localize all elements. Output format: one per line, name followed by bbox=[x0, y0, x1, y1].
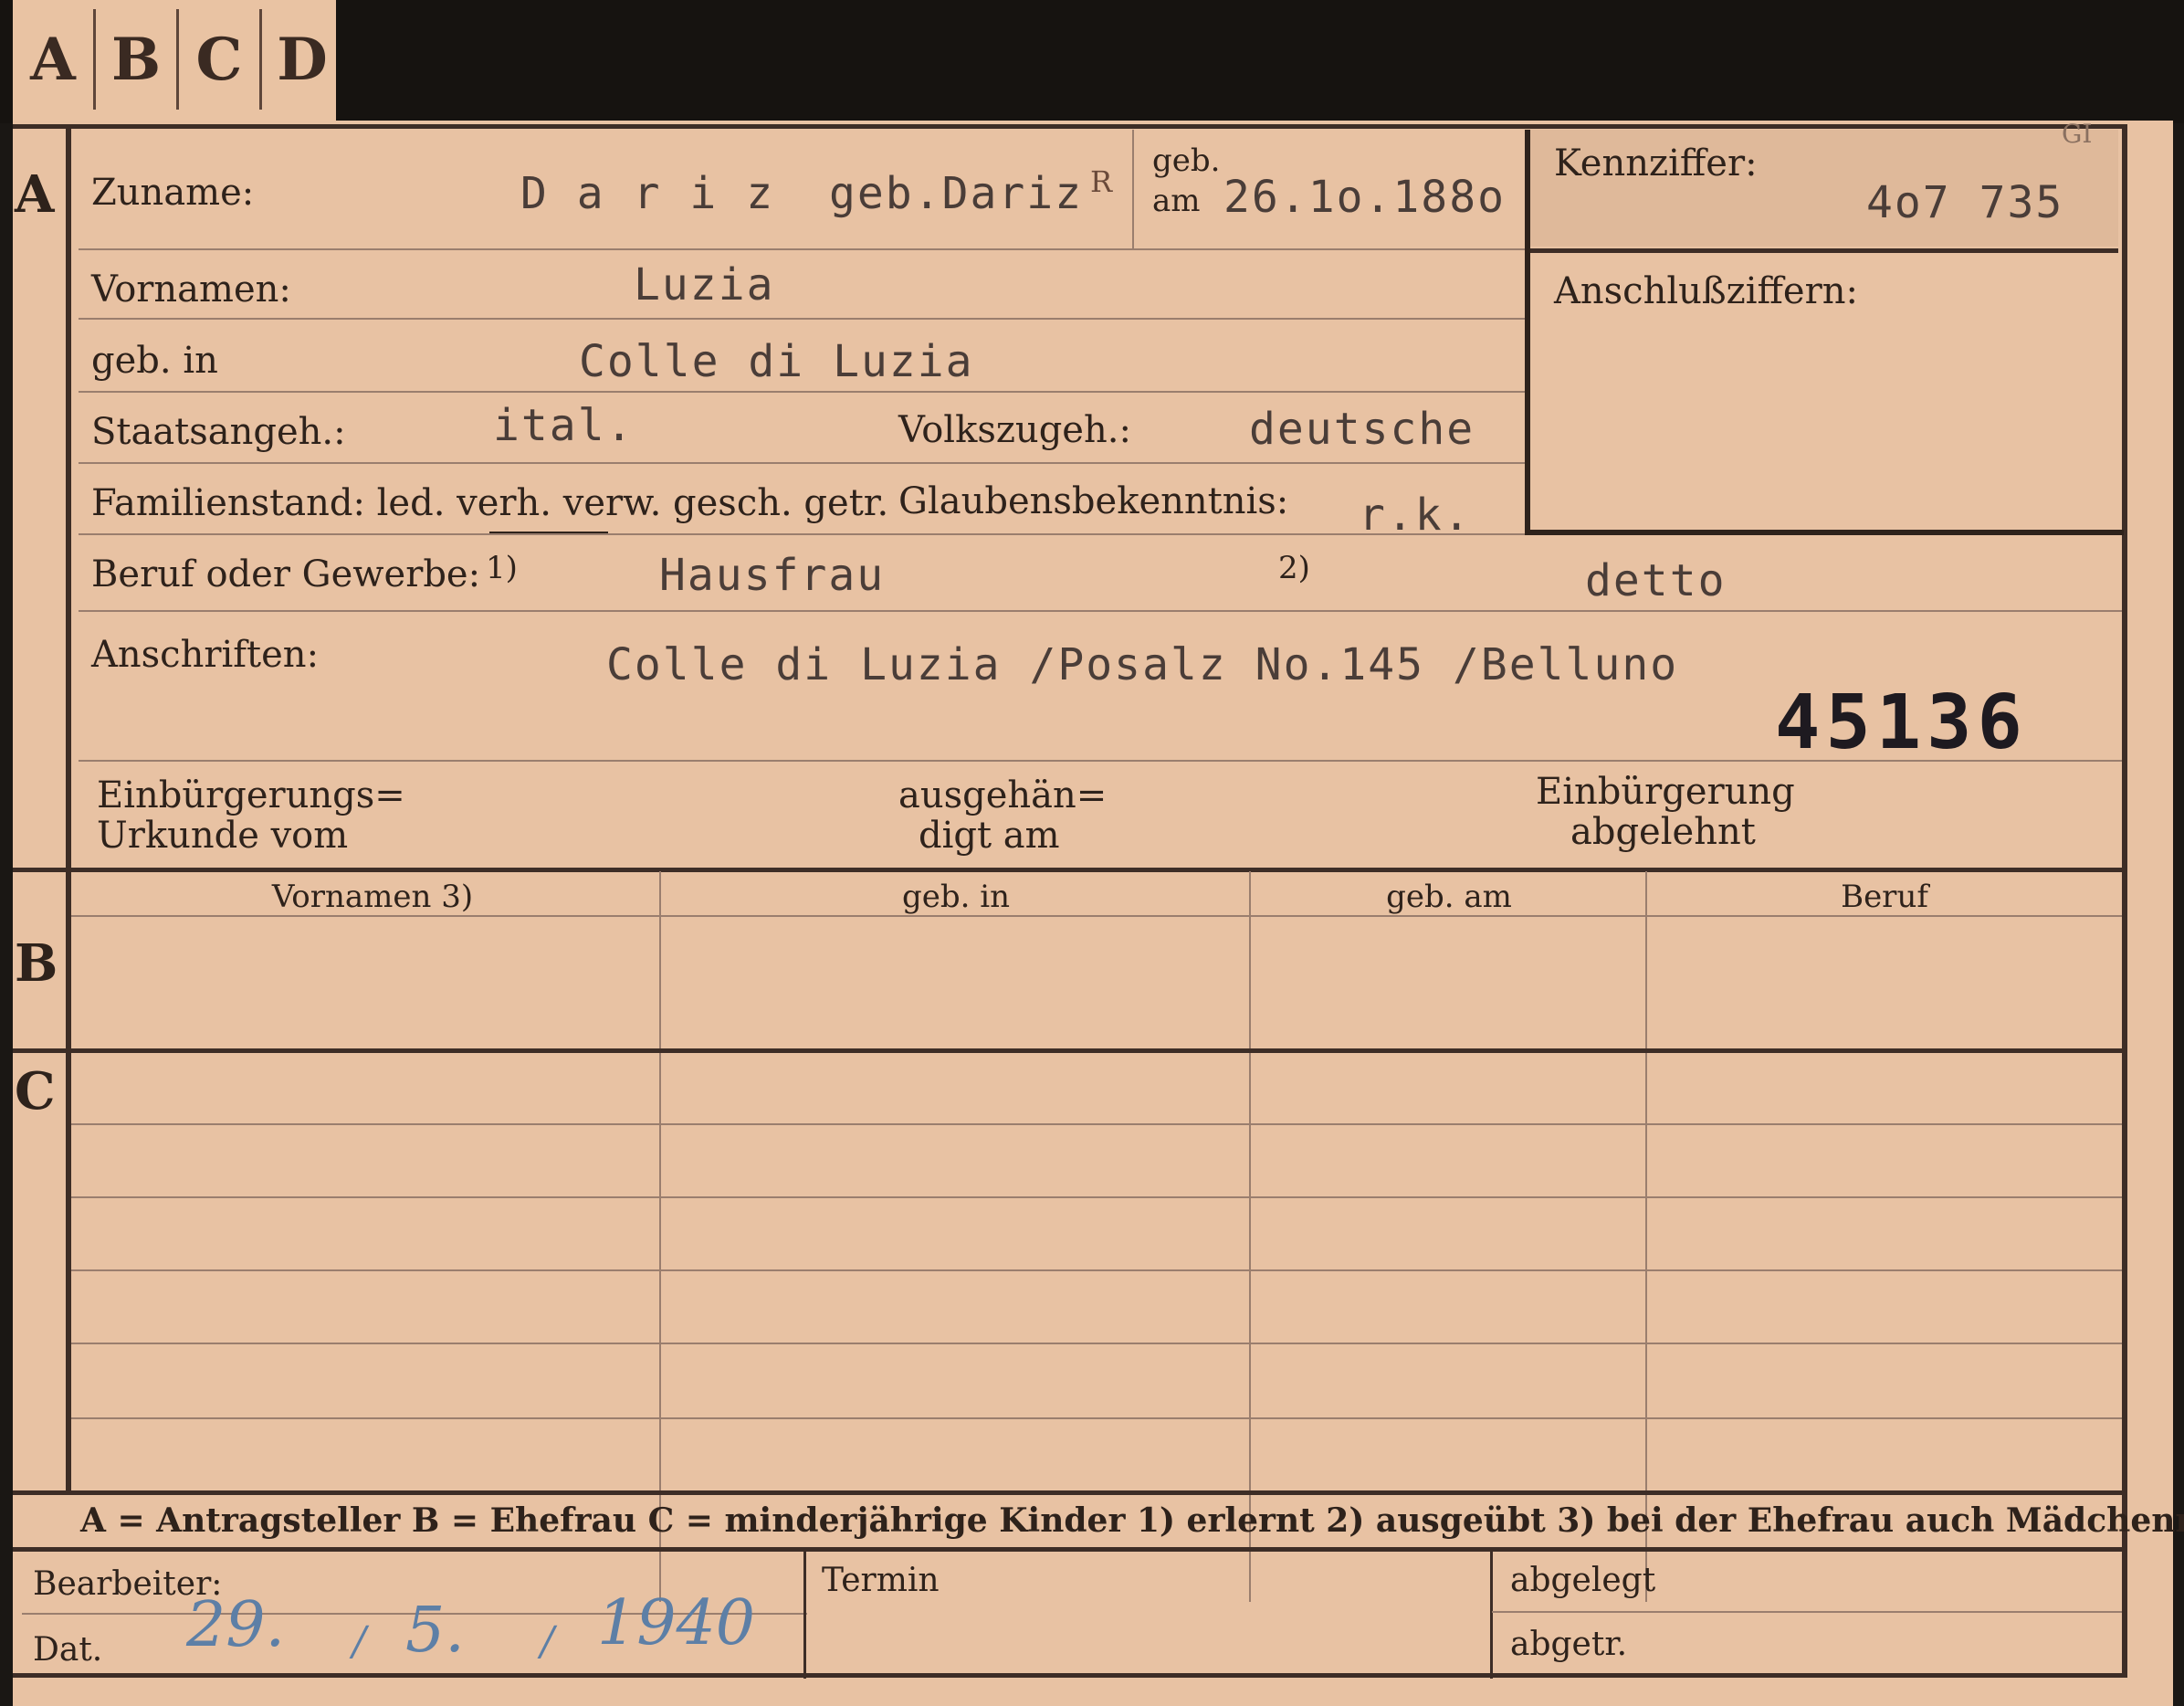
birth-name-value: geb.Dariz bbox=[829, 168, 1084, 219]
table-row-line bbox=[71, 1417, 2122, 1419]
date-separator: / bbox=[352, 1618, 366, 1665]
table-row-line bbox=[71, 1269, 2122, 1271]
tab-c: C bbox=[195, 26, 243, 94]
col-header-beruf: Beruf bbox=[1841, 879, 1928, 915]
row-line bbox=[79, 318, 1530, 320]
volkszugeh-value: deutsche bbox=[1249, 404, 1475, 455]
glaubensbekenntnis-label: Glaubensbekenntnis: bbox=[898, 480, 1289, 522]
footnote-1-mark: 1) bbox=[486, 550, 518, 586]
beruf-label: Beruf oder Gewerbe: bbox=[91, 553, 481, 595]
frame-bottom bbox=[13, 1673, 2127, 1678]
einbuergerungs-label-line2: Urkunde vom bbox=[97, 815, 349, 857]
bottom-divider bbox=[1490, 1551, 1493, 1679]
bottom-row-line bbox=[1492, 1611, 2122, 1613]
section-a-marker: A bbox=[15, 164, 55, 225]
geb-in-value: Colle di Luzia bbox=[579, 336, 974, 387]
familienstand-label: Familienstand: led. verh. verw. gesch. g… bbox=[91, 482, 889, 524]
row-line bbox=[79, 248, 1530, 250]
table-row-line bbox=[71, 1123, 2122, 1125]
dat-label: Dat. bbox=[33, 1631, 103, 1669]
col-header-vornamen: Vornamen 3) bbox=[271, 879, 474, 915]
abgetr-label: abgetr. bbox=[1510, 1626, 1628, 1663]
row-line bbox=[79, 760, 2122, 762]
volkszugeh-label: Volkszugeh.: bbox=[898, 409, 1131, 451]
ausgehaen-label-line1: ausgehän= bbox=[898, 774, 1108, 816]
date-separator: / bbox=[541, 1618, 554, 1665]
staatsangeh-value: ital. bbox=[493, 400, 635, 451]
legend-top-line bbox=[13, 1490, 2127, 1495]
anschlussziffern-label: Anschlußziffern: bbox=[1554, 270, 1858, 312]
beruf-ausgeuebt-value: detto bbox=[1585, 555, 1727, 606]
tab-b: B bbox=[110, 26, 162, 94]
legend-bottom-line bbox=[13, 1547, 2127, 1552]
row-line bbox=[79, 391, 1530, 393]
section-c-marker: C bbox=[15, 1061, 56, 1122]
zuname-value: D a r i z bbox=[520, 168, 775, 219]
handwritten-month: 5. bbox=[405, 1595, 465, 1667]
einbuergerung-label-line1: Einbürgerung bbox=[1536, 771, 1795, 813]
handwritten-year: 1940 bbox=[597, 1587, 756, 1659]
einbuergerungs-label-line1: Einbürgerungs= bbox=[97, 774, 405, 816]
index-tab-strip: A B C D bbox=[13, 0, 336, 123]
table-row-line bbox=[71, 1343, 2122, 1344]
kennziffer-label: Kennziffer: bbox=[1554, 142, 1758, 184]
beruf-erlernt-value: Hausfrau bbox=[659, 550, 886, 601]
col-header-geb-in: geb. in bbox=[901, 879, 1011, 915]
tab-d: D bbox=[277, 26, 328, 94]
vornamen-value: Luzia bbox=[634, 259, 775, 311]
frame-top bbox=[13, 124, 2127, 129]
legend-text: A = Antragsteller B = Ehefrau C = minder… bbox=[80, 1501, 2184, 1540]
einbuergerung-label-line2: abgelehnt bbox=[1570, 811, 1756, 853]
am-label: am bbox=[1152, 183, 1201, 219]
row-line bbox=[79, 462, 1530, 464]
anschrift-value: Colle di Luzia /Posalz No.145 /Belluno bbox=[606, 639, 1679, 690]
anschriften-label: Anschriften: bbox=[91, 634, 320, 676]
handwritten-day: 29. bbox=[186, 1589, 286, 1661]
field-divider bbox=[1132, 130, 1134, 248]
col-header-geb-am: geb. am bbox=[1386, 879, 1512, 915]
stamped-number: 45136 bbox=[1775, 679, 2028, 766]
table-row-line bbox=[71, 1196, 2122, 1198]
kennziffer-divider bbox=[1530, 248, 2118, 253]
section-margin-line bbox=[66, 124, 71, 1494]
dob-value: 26.1o.188o bbox=[1223, 172, 1506, 223]
corner-code: GI bbox=[2062, 119, 2093, 149]
section-b-top-line bbox=[13, 868, 2127, 872]
termin-label: Termin bbox=[822, 1562, 940, 1599]
vornamen-label: Vornamen: bbox=[91, 269, 291, 311]
table-header-line bbox=[71, 915, 2122, 917]
abgelegt-label: abgelegt bbox=[1510, 1562, 1656, 1599]
registration-card: A Zuname: D a r i z geb.Dariz R geb. am … bbox=[13, 119, 2184, 1706]
tab-a: A bbox=[30, 26, 76, 94]
staatsangeh-label: Staatsangeh.: bbox=[91, 411, 346, 453]
section-c-top-line bbox=[13, 1048, 2127, 1053]
footnote-2-mark: 2) bbox=[1278, 550, 1310, 586]
zuname-label: Zuname: bbox=[91, 172, 255, 214]
geb-label: geb. bbox=[1152, 142, 1221, 179]
row-line bbox=[79, 610, 2122, 612]
geb-in-label: geb. in bbox=[91, 340, 218, 382]
section-b-marker: B bbox=[15, 933, 58, 994]
kennziffer-value: 4o7 735 bbox=[1866, 177, 2064, 228]
handwritten-r-mark: R bbox=[1090, 164, 1113, 199]
ausgehaen-label-line2: digt am bbox=[919, 815, 1060, 857]
bottom-divider bbox=[803, 1551, 806, 1679]
